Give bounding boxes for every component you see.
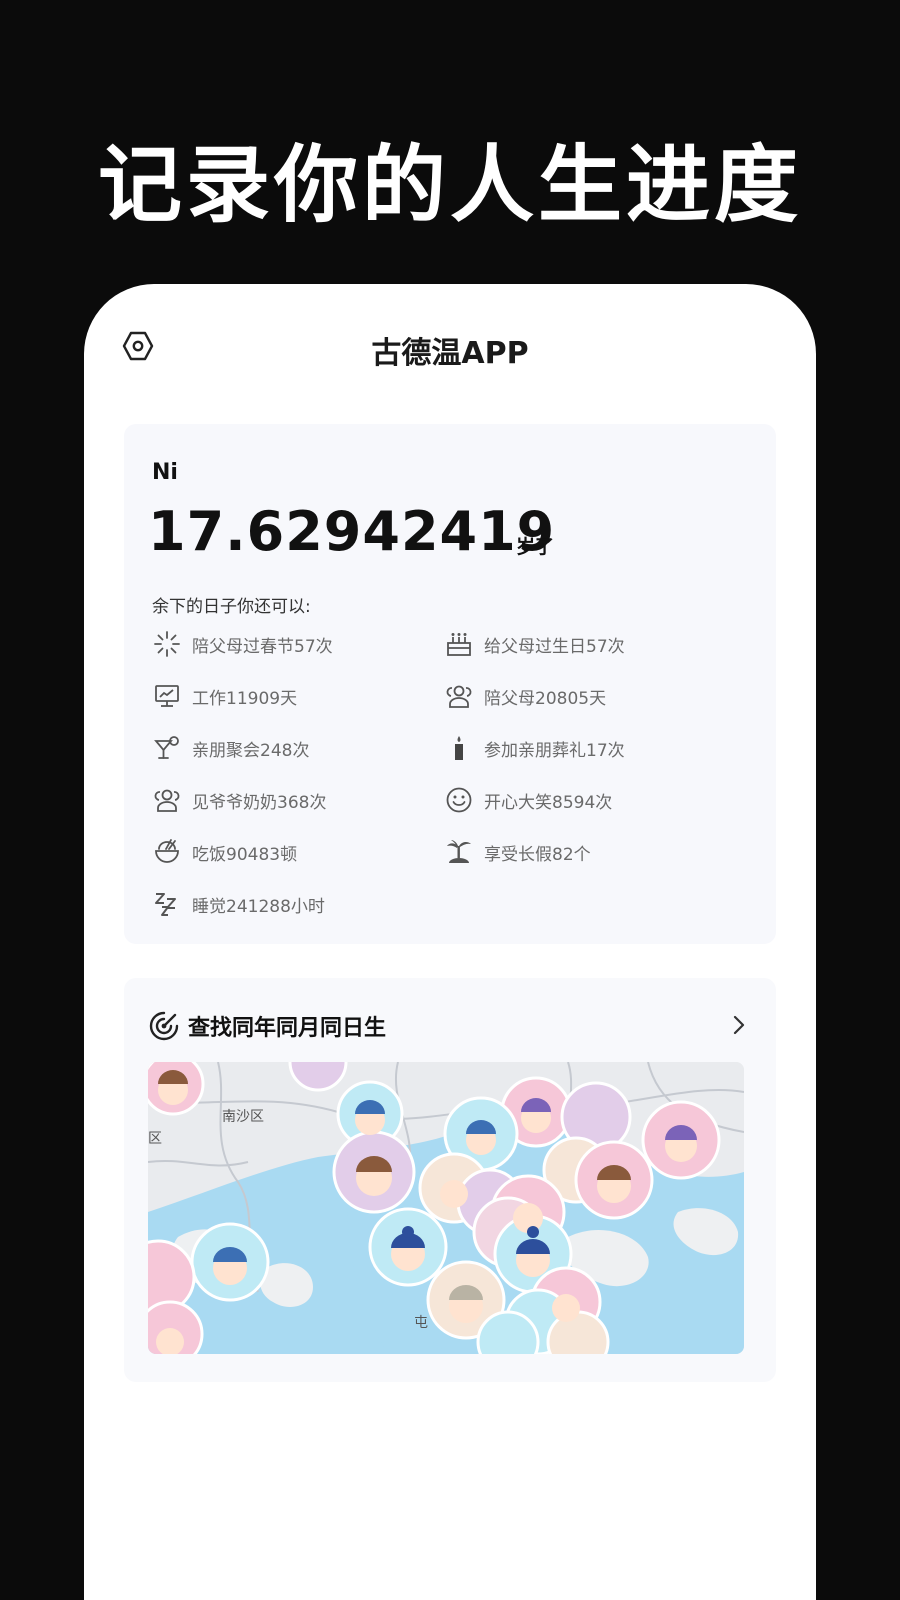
- app-title: 古德温APP: [371, 336, 529, 371]
- remaining-label: 余下的日子你还可以:: [152, 597, 311, 617]
- stat-label: 见爷爷奶奶368次: [192, 792, 327, 813]
- stat-label: 工作11909天: [192, 688, 298, 709]
- app-header: 古德温APP: [84, 284, 816, 404]
- map-label-district: 区: [148, 1131, 162, 1147]
- stat-label: 给父母过生日57次: [484, 636, 625, 657]
- map-label-tun: 屯: [414, 1315, 428, 1331]
- radar-icon: [149, 1011, 179, 1041]
- stat-label: 开心大笑8594次: [484, 792, 613, 813]
- monitor-icon: [152, 681, 182, 711]
- chevron-right-icon[interactable]: [726, 1012, 752, 1038]
- cake-icon: [444, 629, 474, 659]
- promo-title: 记录你的人生进度: [97, 136, 802, 234]
- peer-map[interactable]: 南沙区 区 屯: [148, 1062, 744, 1354]
- stat-work-days: 工作11909天: [152, 679, 297, 713]
- candle-icon: [444, 733, 474, 763]
- peer-card: 查找同年同月同日生 南沙区 区 屯: [124, 978, 776, 1382]
- age-card: Ni 17.62942419 岁了 余下的日子你还可以: 陪父母过春节57次 给…: [124, 424, 776, 944]
- sleep-zzz-icon: [152, 889, 182, 919]
- cocktail-icon: [152, 733, 182, 763]
- smile-icon: [444, 785, 474, 815]
- palm-island-icon: [444, 837, 474, 867]
- stat-label: 亲朋聚会248次: [192, 740, 310, 761]
- stat-parents-birthday: 给父母过生日57次: [444, 627, 625, 661]
- stat-grandparents: 见爷爷奶奶368次: [152, 783, 326, 817]
- fireworks-icon: [152, 629, 182, 659]
- stat-label: 陪父母过春节57次: [192, 636, 333, 657]
- stat-funerals: 参加亲朋葬礼17次: [444, 731, 625, 765]
- age-value: 17.62942419: [148, 500, 556, 563]
- bowl-icon: [152, 837, 182, 867]
- stat-laughs: 开心大笑8594次: [444, 783, 612, 817]
- stat-sleep: 睡觉241288小时: [152, 887, 325, 921]
- map-label-nansha: 南沙区: [222, 1109, 264, 1125]
- peer-title: 查找同年同月同日生: [188, 1016, 387, 1041]
- stat-meals: 吃饭90483顿: [152, 835, 297, 869]
- stat-spring-festival: 陪父母过春节57次: [152, 627, 333, 661]
- user-name: Ni: [152, 460, 178, 485]
- stat-with-parents: 陪父母20805天: [444, 679, 606, 713]
- stat-label: 睡觉241288小时: [192, 896, 325, 917]
- stat-vacations: 享受长假82个: [444, 835, 591, 869]
- stat-label: 吃饭90483顿: [192, 844, 298, 865]
- grandparents-icon: [152, 785, 182, 815]
- stat-label: 陪父母20805天: [484, 688, 607, 709]
- phone-screen: 古德温APP Ni 17.62942419 岁了 余下的日子你还可以: 陪父母过…: [84, 284, 816, 1600]
- age-unit: 岁了: [516, 536, 555, 558]
- stat-label: 参加亲朋葬礼17次: [484, 740, 625, 761]
- stat-label: 享受长假82个: [484, 844, 591, 865]
- stat-gatherings: 亲朋聚会248次: [152, 731, 309, 765]
- parents-icon: [444, 681, 474, 711]
- peer-search-link[interactable]: 查找同年同月同日生: [148, 1006, 752, 1046]
